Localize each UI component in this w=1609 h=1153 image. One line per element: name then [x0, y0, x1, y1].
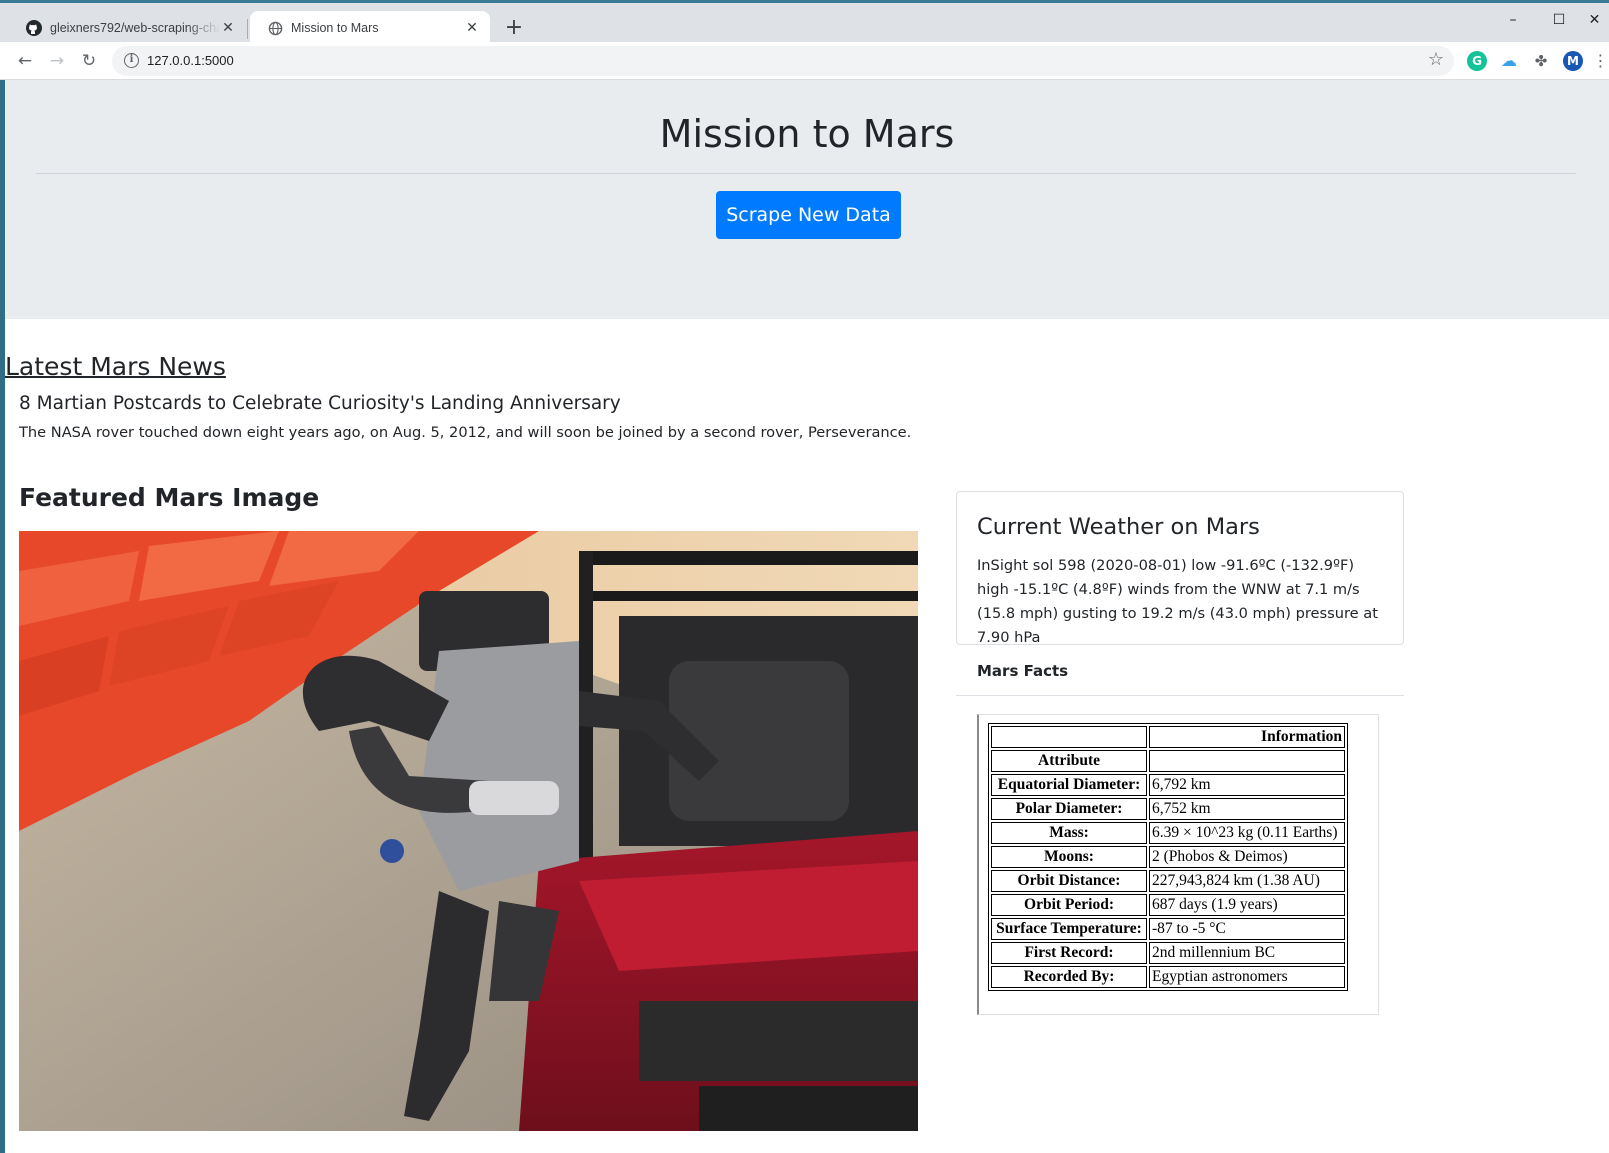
tab-github[interactable]: gleixners792/web-scraping-challenge ✕ — [8, 11, 246, 45]
attribute-cell: Equatorial Diameter: — [991, 774, 1147, 796]
value-cell: 227,943,824 km (1.38 AU) — [1149, 870, 1345, 892]
tab-mission-to-mars[interactable]: Mission to Mars ✕ — [250, 11, 490, 45]
value-cell: 2 (Phobos & Deimos) — [1149, 846, 1345, 868]
weather-text: InSight sol 598 (2020-08-01) low -91.6ºC… — [977, 557, 1378, 646]
menu-kebab-icon[interactable]: ⋮ — [1592, 48, 1609, 74]
minimize-button[interactable]: – — [1490, 7, 1536, 33]
table-row: Equatorial Diameter: 6,792 km — [991, 774, 1345, 796]
table-index-row: Attribute — [991, 750, 1345, 772]
news-section-heading: Latest Mars News — [5, 352, 226, 381]
table-row: Moons: 2 (Phobos & Deimos) — [991, 846, 1345, 868]
forward-arrow-icon[interactable]: → — [44, 48, 70, 74]
value-cell: 6,752 km — [1149, 798, 1345, 820]
grammarly-extension-icon[interactable]: G — [1467, 51, 1487, 71]
empty-header-cell — [1149, 750, 1345, 772]
github-icon — [26, 20, 42, 36]
site-info-icon[interactable]: i — [124, 53, 139, 68]
close-tab-icon[interactable]: ✕ — [220, 20, 236, 36]
attribute-cell: Orbit Distance: — [991, 870, 1147, 892]
address-bar[interactable]: i 127.0.0.1:5000 ☆ — [112, 46, 1454, 76]
cloud-extension-icon[interactable]: ☁ — [1499, 51, 1519, 71]
news-title: 8 Martian Postcards to Celebrate Curiosi… — [19, 393, 621, 414]
table-row: Surface Temperature: -87 to -5 °C — [991, 918, 1345, 940]
weather-heading: Current Weather on Mars — [977, 514, 1260, 540]
featured-mars-image — [19, 531, 918, 1131]
value-cell: 6,792 km — [1149, 774, 1345, 796]
attribute-cell: Moons: — [991, 846, 1147, 868]
new-tab-button[interactable]: + — [500, 15, 528, 43]
attribute-index-label: Attribute — [991, 750, 1147, 772]
value-cell: 2nd millennium BC — [1149, 942, 1345, 964]
page-content: Mission to Mars Scrape New Data Latest M… — [5, 80, 1609, 1153]
jumbotron-divider — [36, 173, 1576, 174]
information-column-header: Information — [1149, 726, 1345, 748]
jumbotron: Mission to Mars Scrape New Data — [5, 80, 1609, 319]
value-cell: Egyptian astronomers — [1149, 966, 1345, 988]
profile-avatar[interactable]: M — [1563, 51, 1583, 71]
table-header-row: Information — [991, 726, 1345, 748]
attribute-cell: Surface Temperature: — [991, 918, 1147, 940]
scrape-new-data-button[interactable]: Scrape New Data — [716, 191, 901, 239]
browser-toolbar: ← → ↻ i 127.0.0.1:5000 ☆ G ☁ ✤ M ⋮ — [0, 42, 1609, 80]
value-cell: 6.39 × 10^23 kg (0.11 Earths) — [1149, 822, 1345, 844]
table-row: Orbit Period: 687 days (1.9 years) — [991, 894, 1345, 916]
mars-facts-table: Information Attribute Equatorial Diamete… — [988, 723, 1348, 991]
tab-title: gleixners792/web-scraping-challenge — [50, 21, 220, 35]
close-tab-icon[interactable]: ✕ — [464, 20, 480, 36]
page-title: Mission to Mars — [659, 112, 955, 156]
url-text: 127.0.0.1:5000 — [147, 53, 234, 68]
tab-separator — [247, 19, 248, 39]
reload-icon[interactable]: ↻ — [76, 48, 102, 74]
featured-image-heading: Featured Mars Image — [19, 483, 320, 512]
table-row: Mass: 6.39 × 10^23 kg (0.11 Earths) — [991, 822, 1345, 844]
browser-tab-strip: gleixners792/web-scraping-challenge ✕ Mi… — [0, 0, 1609, 45]
extensions-puzzle-icon[interactable]: ✤ — [1531, 51, 1551, 71]
value-cell: -87 to -5 °C — [1149, 918, 1345, 940]
value-cell: 687 days (1.9 years) — [1149, 894, 1345, 916]
close-window-button[interactable]: ✕ — [1580, 7, 1609, 33]
back-arrow-icon[interactable]: ← — [12, 48, 38, 74]
empty-header-cell — [991, 726, 1147, 748]
table-row: First Record: 2nd millennium BC — [991, 942, 1345, 964]
table-row: Polar Diameter: 6,752 km — [991, 798, 1345, 820]
attribute-cell: Polar Diameter: — [991, 798, 1147, 820]
tab-title: Mission to Mars — [291, 21, 379, 35]
facts-divider — [956, 695, 1404, 696]
bookmark-star-icon[interactable]: ☆ — [1428, 49, 1444, 70]
attribute-cell: Orbit Period: — [991, 894, 1147, 916]
attribute-cell: Recorded By: — [991, 966, 1147, 988]
weather-card: Current Weather on Mars InSight sol 598 … — [956, 491, 1404, 646]
attribute-cell: First Record: — [991, 942, 1147, 964]
mars-facts-heading: Mars Facts — [977, 662, 1069, 680]
news-teaser: The NASA rover touched down eight years … — [19, 424, 912, 441]
maximize-button[interactable]: ☐ — [1536, 7, 1582, 33]
attribute-cell: Mass: — [991, 822, 1147, 844]
facts-table-container: Information Attribute Equatorial Diamete… — [977, 714, 1379, 1015]
globe-icon — [268, 21, 283, 35]
table-row: Recorded By: Egyptian astronomers — [991, 966, 1345, 988]
table-row: Orbit Distance: 227,943,824 km (1.38 AU) — [991, 870, 1345, 892]
